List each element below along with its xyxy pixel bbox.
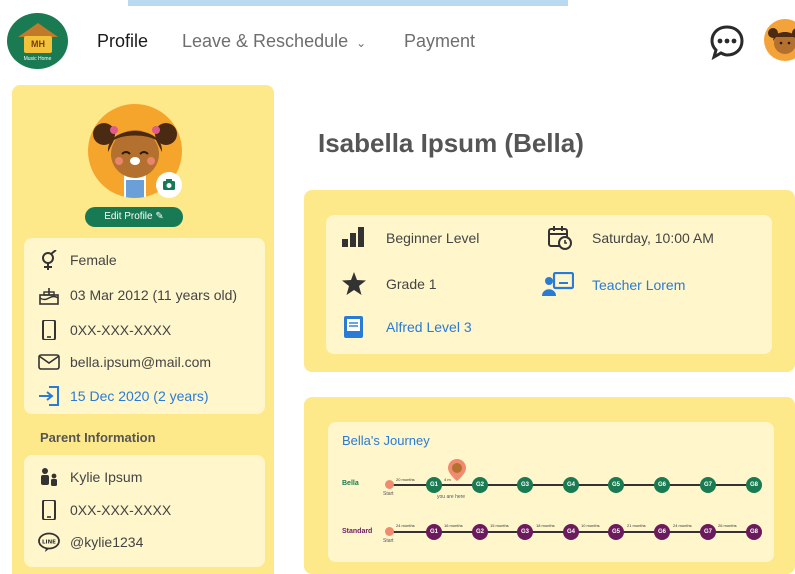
level-value: Beginner Level (386, 230, 480, 246)
bella-node-g1: G1 (426, 477, 442, 493)
bella-start-dot (385, 480, 394, 489)
parent-name-value: Kylie Ipsum (70, 469, 143, 485)
star-icon (342, 272, 366, 295)
page: MH Music Home Profile Leave & Reschedule… (0, 0, 795, 574)
student-name: Isabella Ipsum (Bella) (318, 128, 584, 158)
birthday-row: 03 Mar 2012 (11 years old) (24, 283, 264, 307)
top-bar: MH Music Home Profile Leave & Reschedule… (0, 0, 795, 84)
standard-start-dot (385, 527, 394, 536)
standard-node-g4: G4 (563, 524, 579, 540)
app-logo[interactable]: MH Music Home (7, 13, 68, 69)
journey-title: Bella's Journey (342, 433, 430, 448)
location-pin-icon (448, 459, 466, 481)
gender-icon (42, 250, 57, 270)
standard-node-g6: G6 (654, 524, 670, 540)
parent-name-row: Kylie Ipsum (24, 465, 264, 489)
edit-profile-button[interactable]: Edit Profile ✎ (85, 207, 183, 227)
standard-start-label: Start (383, 538, 394, 544)
teacher-link[interactable]: Teacher Lorem (592, 277, 685, 293)
book-link[interactable]: Alfred Level 3 (386, 319, 472, 335)
birthday-cake-icon (39, 288, 59, 305)
grade-value: Grade 1 (386, 276, 437, 292)
standard-duration-7: 24 months (673, 523, 692, 528)
user-avatar[interactable] (764, 19, 795, 61)
phone-icon (42, 500, 56, 520)
nav-profile[interactable]: Profile (97, 31, 148, 52)
logo-subtext: Music Home (23, 56, 52, 62)
standard-node-g5: G5 (608, 524, 624, 540)
sign-in-icon (39, 386, 59, 406)
gender-value: Female (70, 252, 117, 268)
svg-text:LINE: LINE (42, 540, 56, 546)
change-photo-button[interactable] (156, 172, 182, 198)
logo-roof (18, 23, 58, 37)
bella-node-g7: G7 (700, 477, 716, 493)
parent-info-title: Parent Information (40, 430, 156, 445)
parent-line-value: @kylie1234 (70, 534, 144, 550)
phone-icon (42, 320, 56, 340)
chevron-down-icon: ⌄ (356, 36, 367, 50)
standard-node-g1: G1 (426, 524, 442, 540)
standard-duration-8: 26 months (718, 523, 737, 528)
parent-line-row: LINE @kylie1234 (24, 530, 264, 554)
standard-row-label: Standard (342, 528, 373, 535)
calendar-clock-icon (548, 226, 572, 250)
chat-icon[interactable] (709, 24, 745, 60)
bella-node-g6: G6 (654, 477, 670, 493)
mail-icon (38, 354, 60, 370)
standard-node-g8: G8 (746, 524, 762, 540)
email-row: bella.ipsum@mail.com (24, 350, 264, 374)
parent-child-icon (41, 468, 57, 486)
bella-node-g2: G2 (472, 477, 488, 493)
joined-value: 15 Dec 2020 (2 years) (70, 388, 209, 404)
personal-info-card: Female 03 Mar 2012 (11 years old) 0XX-XX… (24, 238, 265, 414)
edit-profile-label: Edit Profile (104, 211, 153, 222)
bella-node-g5: G5 (608, 477, 624, 493)
standard-duration-5: 10 months (581, 523, 600, 528)
level-bars-icon (342, 227, 364, 247)
parent-info-card: Kylie Ipsum 0XX-XXX-XXXX LINE @kylie1234 (24, 455, 265, 567)
email-value: bella.ipsum@mail.com (70, 354, 212, 370)
joined-row: 15 Dec 2020 (2 years) (24, 384, 264, 408)
standard-duration-3: 15 months (490, 523, 509, 528)
bella-node-g4: G4 (563, 477, 579, 493)
line-app-icon: LINE (38, 532, 60, 552)
nav-payment[interactable]: Payment (404, 31, 475, 52)
bella-node-g8: G8 (746, 477, 762, 493)
book-icon[interactable] (344, 316, 363, 338)
bella-row-label: Bella (342, 480, 359, 487)
girl-avatar-icon (768, 28, 795, 54)
bella-duration-1: 20 months (396, 477, 415, 482)
schedule-value: Saturday, 10:00 AM (592, 230, 714, 246)
teacher-board-icon[interactable] (542, 272, 574, 296)
you-are-here-label: you are here (437, 494, 466, 500)
standard-node-g7: G7 (700, 524, 716, 540)
parent-phone-row: 0XX-XXX-XXXX (24, 498, 264, 522)
gender-row: Female (24, 248, 264, 272)
logo-mark: MH (24, 36, 52, 53)
standard-duration-1: 24 months (396, 523, 415, 528)
standard-node-g2: G2 (472, 524, 488, 540)
nav-leave-reschedule[interactable]: Leave & Reschedule ⌄ (182, 31, 366, 52)
parent-phone-value: 0XX-XXX-XXXX (70, 502, 172, 518)
standard-node-g3: G3 (517, 524, 533, 540)
camera-icon (163, 179, 175, 190)
phone-row: 0XX-XXX-XXXX (24, 318, 264, 342)
nav-leave-label: Leave & Reschedule (182, 31, 349, 51)
standard-duration-4: 18 months (536, 523, 555, 528)
phone-value: 0XX-XXX-XXXX (70, 322, 172, 338)
bella-node-g3: G3 (517, 477, 533, 493)
bella-start-label: Start (383, 491, 394, 497)
standard-duration-6: 21 months (627, 523, 646, 528)
edit-icon: ✎ (155, 211, 164, 222)
standard-duration-2: 16 months (444, 523, 463, 528)
birthday-value: 03 Mar 2012 (11 years old) (70, 287, 238, 303)
